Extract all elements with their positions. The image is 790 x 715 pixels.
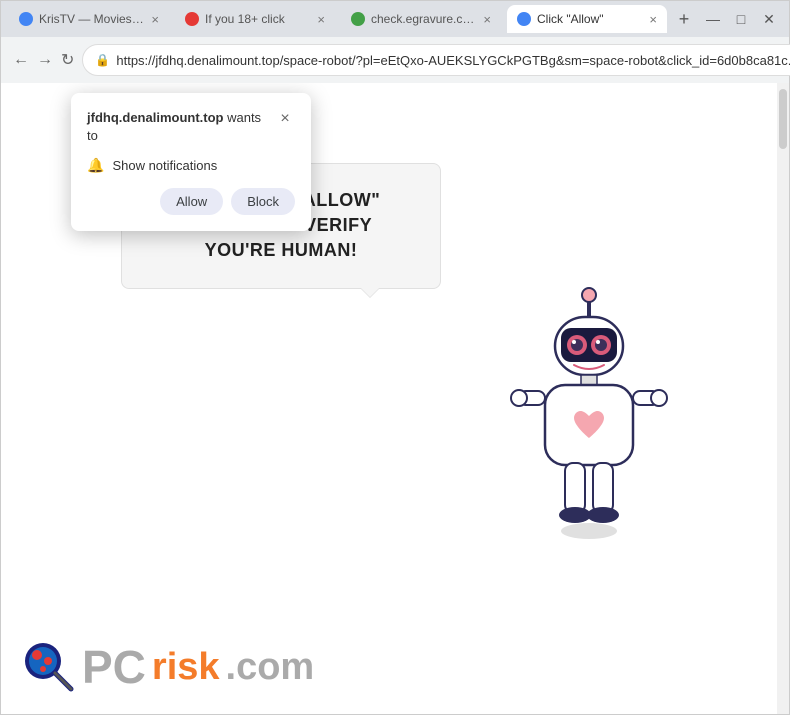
tab-label-3: check.egravure.com/7fr... (371, 12, 477, 26)
pcrisk-icon (21, 639, 76, 694)
scrollbar[interactable] (777, 83, 789, 714)
browser-window: KrisTV — Movies and S... × If you 18+ cl… (0, 0, 790, 715)
logo-com-text: .com (226, 648, 315, 686)
forward-button[interactable]: → (37, 46, 53, 74)
robot-illustration (509, 283, 669, 563)
url-text: https://jfdhq.denalimount.top/space-robo… (116, 53, 790, 68)
logo-risk-text: risk (152, 648, 220, 686)
tab-favicon-2 (185, 12, 199, 26)
new-tab-button[interactable]: + (673, 5, 695, 33)
tab-label-2: If you 18+ click (205, 12, 285, 26)
popup-header: jfdhq.denalimount.top wants to × (87, 109, 295, 145)
popup-domain: jfdhq.denalimount.top (87, 110, 223, 125)
robot-svg (509, 283, 669, 563)
bell-icon: 🔔 (87, 157, 104, 174)
tab-close-4[interactable]: × (649, 12, 657, 27)
notification-popup: jfdhq.denalimount.top wants to × 🔔 Show … (71, 93, 311, 231)
close-button[interactable]: ✕ (757, 7, 781, 31)
back-button[interactable]: ← (13, 46, 29, 74)
tab-favicon-4 (517, 12, 531, 26)
notification-label: Show notifications (112, 158, 217, 173)
page-content: jfdhq.denalimount.top wants to × 🔔 Show … (1, 83, 789, 714)
tab-18plus[interactable]: If you 18+ click × (175, 5, 335, 33)
maximize-button[interactable]: □ (729, 7, 753, 31)
speech-text-line2: YOU'RE HUMAN! (150, 238, 412, 263)
tab-label-1: KrisTV — Movies and S... (39, 12, 145, 26)
tab-check-egravure[interactable]: check.egravure.com/7fr... × (341, 5, 501, 33)
reload-button[interactable]: ↻ (61, 46, 74, 74)
lock-icon: 🔒 (95, 53, 110, 67)
tab-kristv[interactable]: KrisTV — Movies and S... × (9, 5, 169, 33)
tab-favicon-3 (351, 12, 365, 26)
tab-click-allow[interactable]: Click "Allow" × (507, 5, 667, 33)
url-bar[interactable]: 🔒 https://jfdhq.denalimount.top/space-ro… (82, 44, 790, 76)
popup-close-button[interactable]: × (275, 109, 295, 129)
pcrisk-logo: PC risk .com (21, 639, 314, 694)
block-button[interactable]: Block (231, 188, 295, 215)
tab-close-1[interactable]: × (151, 12, 159, 27)
logo-pc-text: PC (82, 644, 146, 690)
scrollbar-thumb[interactable] (779, 89, 787, 149)
tab-close-3[interactable]: × (483, 12, 491, 27)
tab-label-4: Click "Allow" (537, 12, 604, 26)
minimize-button[interactable]: — (701, 7, 725, 31)
popup-actions: Allow Block (87, 188, 295, 215)
window-controls: — □ ✕ (701, 7, 781, 31)
address-bar: ← → ↻ 🔒 https://jfdhq.denalimount.top/sp… (1, 37, 789, 83)
tab-close-2[interactable]: × (317, 12, 325, 27)
tab-favicon-1 (19, 12, 33, 26)
title-bar: KrisTV — Movies and S... × If you 18+ cl… (1, 1, 789, 37)
popup-item-notifications: 🔔 Show notifications (87, 157, 295, 174)
popup-title: jfdhq.denalimount.top wants to (87, 109, 275, 145)
allow-button[interactable]: Allow (160, 188, 223, 215)
